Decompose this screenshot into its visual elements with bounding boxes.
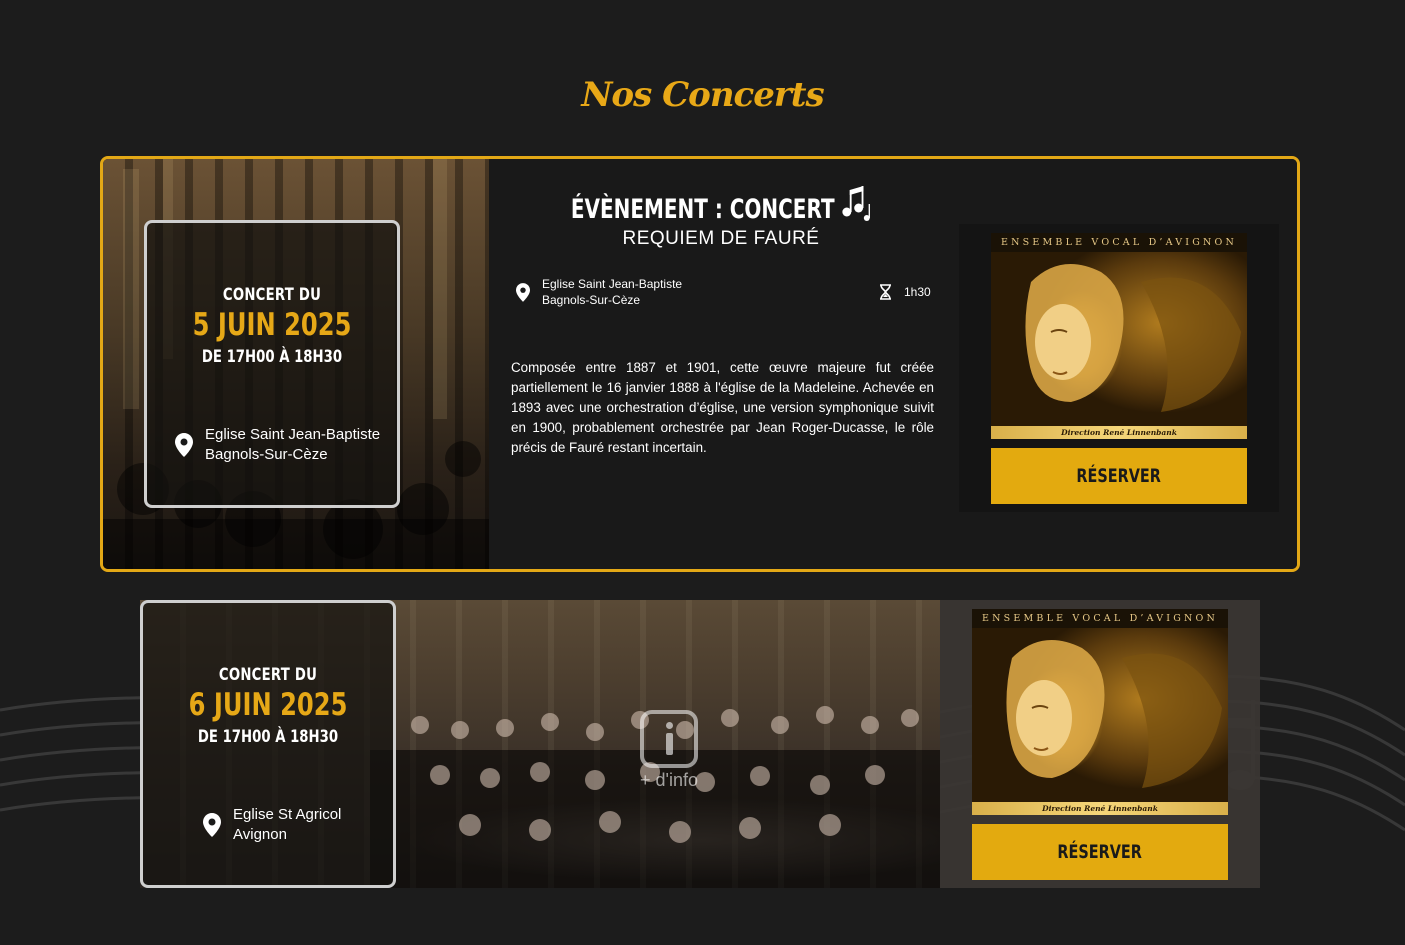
event-location: Eglise Saint Jean-Baptiste Bagnols-Sur-C…	[516, 276, 682, 308]
angel-painting	[1025, 264, 1241, 412]
cover-credit: Direction René Linnenbank	[991, 426, 1247, 439]
concert-time: DE 17H00 À 18H30	[201, 347, 343, 367]
reserve-button[interactable]: RÉSERVER	[972, 824, 1228, 880]
album-cover: ENSEMBLE VOCAL D’AVIGNON Direction René …	[972, 609, 1228, 815]
cover-band-title: ENSEMBLE VOCAL D’AVIGNON	[991, 233, 1247, 252]
map-pin-icon	[175, 433, 193, 457]
event-subtitle: REQUIEM DE FAURÉ	[622, 228, 820, 249]
concert-location: Eglise St Agricol Avignon	[203, 805, 341, 845]
more-info-label: + d'info	[640, 770, 698, 790]
cover-band-title: ENSEMBLE VOCAL D’AVIGNON	[972, 609, 1228, 628]
location-line2: Avignon	[233, 826, 287, 843]
location-line1: Eglise St Agricol	[233, 806, 342, 823]
album-cover: ENSEMBLE VOCAL D’AVIGNON Direction René …	[991, 233, 1247, 439]
map-pin-icon	[516, 282, 530, 302]
concert-label: CONCERT DU	[218, 665, 318, 685]
event-duration: 1h30	[879, 284, 931, 300]
music-notes-icon	[842, 186, 870, 221]
hourglass-icon	[880, 284, 891, 300]
location-line1: Eglise Saint Jean-Baptiste	[205, 426, 381, 443]
date-box: CONCERT DU 5 JUIN 2025 DE 17H00 À 18H30 …	[144, 220, 400, 508]
event-location-line2: Bagnols-Sur-Cèze	[542, 293, 641, 307]
more-info-button[interactable]: + d'info	[633, 710, 705, 791]
concert-date: 6 JUIN 2025	[188, 687, 348, 723]
concert-date: 5 JUIN 2025	[192, 307, 352, 343]
cover-credit: Direction René Linnenbank	[972, 802, 1228, 815]
event-description: Composée entre 1887 et 1901, cette œuvre…	[511, 360, 934, 456]
location-line2: Bagnols-Sur-Cèze	[205, 446, 328, 463]
reserve-button[interactable]: RÉSERVER	[991, 448, 1247, 504]
concert-label: CONCERT DU	[222, 285, 322, 305]
event-title: ÉVÈNEMENT : CONCERT	[547, 186, 895, 225]
concert-time: DE 17H00 À 18H30	[197, 727, 339, 747]
date-box: CONCERT DU 6 JUIN 2025 DE 17H00 À 18H30 …	[140, 600, 396, 888]
info-icon	[640, 710, 698, 768]
map-pin-icon	[203, 813, 221, 837]
event-location-line1: Eglise Saint Jean-Baptiste	[542, 277, 683, 291]
page-title: Nos Concerts	[581, 74, 824, 115]
angel-painting	[1006, 640, 1222, 788]
duration-text: 1h30	[904, 285, 931, 299]
concert-location: Eglise Saint Jean-Baptiste Bagnols-Sur-C…	[175, 425, 380, 465]
